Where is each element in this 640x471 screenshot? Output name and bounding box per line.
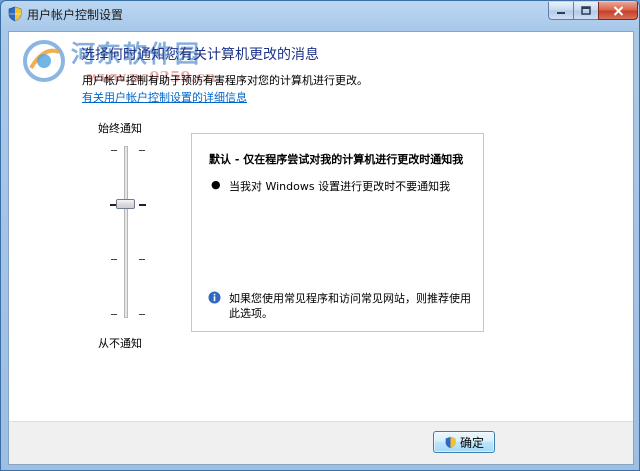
notification-level-slider[interactable] <box>103 142 153 322</box>
dialog-footer: 确定 <box>9 421 633 464</box>
maximize-button[interactable] <box>573 2 599 20</box>
slider-track[interactable] <box>124 146 128 318</box>
slider-thumb[interactable] <box>116 199 135 209</box>
minimize-icon <box>557 11 565 14</box>
description-text: 用户帐户控制有助于预防有害程序对您的计算机进行更改。 <box>82 74 368 87</box>
window-title: 用户帐户控制设置 <box>27 8 124 22</box>
recommendation-note: 如果您使用常见程序和访问常见网站，则推荐使用此选项。 <box>229 292 471 320</box>
slider-tick <box>139 259 145 260</box>
setting-description-box: 默认 - 仅在程序尝试对我的计算机进行更改时通知我 ● 当我对 Windows … <box>191 133 484 332</box>
close-button[interactable] <box>598 2 638 20</box>
close-icon <box>613 5 623 16</box>
client-area: 河东软件园 www.pc0359.cn 选择何时通知您有关计算机更改的消息 用户… <box>8 31 634 465</box>
setting-bullet: 当我对 Windows 设置进行更改时不要通知我 <box>229 180 451 193</box>
setting-title: 默认 - 仅在程序尝试对我的计算机进行更改时通知我 <box>209 153 464 166</box>
info-icon <box>208 291 221 304</box>
page-heading: 选择何时通知您有关计算机更改的消息 <box>81 47 319 63</box>
uac-shield-icon <box>8 6 22 22</box>
details-link[interactable]: 有关用户帐户控制设置的详细信息 <box>82 89 247 105</box>
maximize-icon <box>581 6 591 15</box>
ok-label: 确定 <box>459 435 484 450</box>
bullet-icon: ● <box>211 178 221 191</box>
slider-tick <box>139 150 145 151</box>
minimize-button[interactable] <box>548 2 574 20</box>
uac-settings-window: 用户帐户控制设置 河东软件园 www.pc0359.cn 选择何时通知您有关计算… <box>0 0 640 471</box>
watermark-logo-icon <box>23 40 65 82</box>
slider-label-never-notify: 从不通知 <box>98 337 142 350</box>
slider-tick <box>139 314 145 315</box>
slider-label-always-notify: 始终通知 <box>98 122 142 135</box>
slider-tick <box>139 204 146 206</box>
uac-shield-icon <box>445 436 456 448</box>
ok-button[interactable]: 确定 <box>433 431 495 453</box>
slider-tick <box>111 150 117 151</box>
title-bar[interactable]: 用户帐户控制设置 <box>1 1 639 27</box>
slider-tick <box>111 314 117 315</box>
slider-tick <box>111 259 117 260</box>
